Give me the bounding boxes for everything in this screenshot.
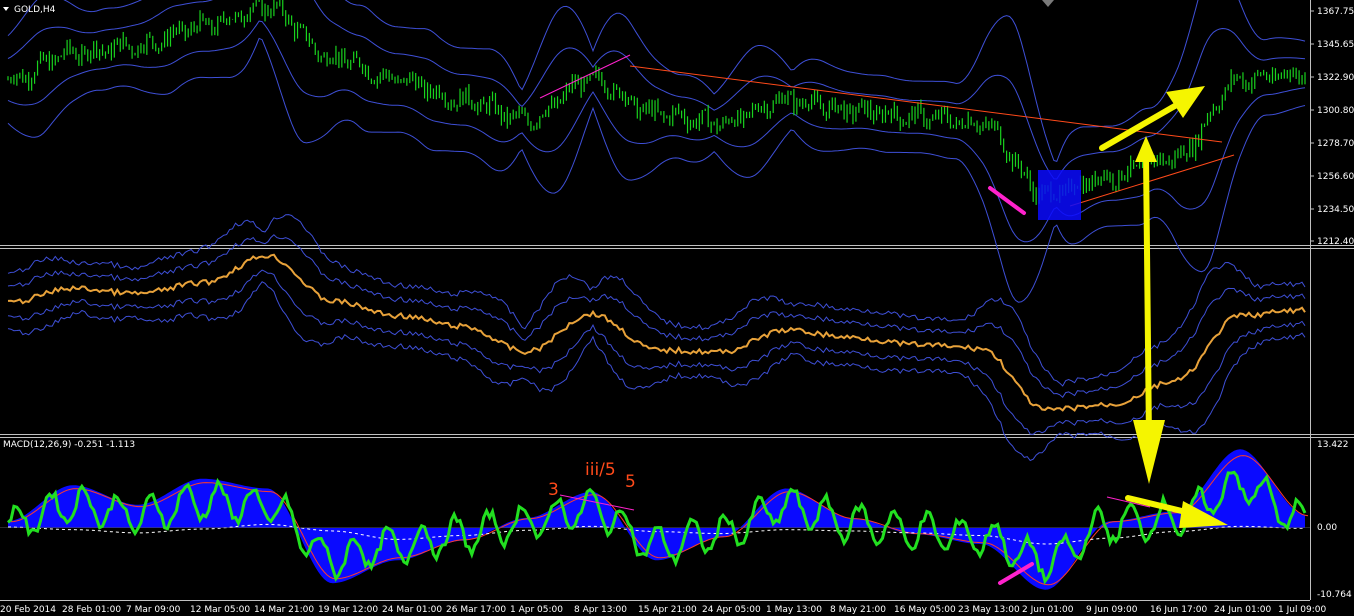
time-axis-label: 28 Feb 01:00 xyxy=(62,605,121,615)
time-axis-label: 8 May 21:00 xyxy=(830,605,886,615)
time-axis-label: 7 Mar 09:00 xyxy=(126,605,181,615)
time-axis-label: 24 Jun 01:00 xyxy=(1214,605,1271,615)
macd-axis-label: 13.422 xyxy=(1317,440,1349,450)
price-axis-label: 1345.65 xyxy=(1317,40,1354,50)
macd-axis-label: 0.00 xyxy=(1317,523,1337,533)
symbol-title: GOLD,H4 xyxy=(14,5,56,15)
time-axis-label: 19 Mar 12:00 xyxy=(318,605,378,615)
price-axis-label: 1300.80 xyxy=(1317,106,1354,116)
time-axis-label: 23 May 13:00 xyxy=(958,605,1020,615)
time-axis-label: 24 Apr 05:00 xyxy=(702,605,761,615)
wave-label-iii5: iii/5 xyxy=(585,460,616,480)
price-axis-label: 1212.40 xyxy=(1317,237,1354,247)
price-axis-label: 1278.70 xyxy=(1317,139,1354,149)
price-axis-label: 1256.60 xyxy=(1317,172,1354,182)
time-axis-label: 16 Jun 17:00 xyxy=(1150,605,1207,615)
vertical-arrow-shaft xyxy=(1143,153,1152,443)
price-axis-label: 1234.50 xyxy=(1317,205,1354,215)
time-axis-label: 1 Jul 09:00 xyxy=(1278,605,1327,615)
time-axis-label: 1 May 13:00 xyxy=(766,605,822,615)
macd-title: MACD(12,26,9) -0.251 -1.113 xyxy=(3,440,135,450)
chart-canvas: 3 iii/5 5 GOLD,H4 MACD(12,26,9) -0.251 -… xyxy=(0,0,1354,616)
wave-label-3: 3 xyxy=(548,480,559,500)
time-axis-label: 24 Mar 01:00 xyxy=(382,605,442,615)
time-axis: 20 Feb 2014 28 Feb 01:00 7 Mar 09:00 12 … xyxy=(0,605,1327,615)
time-axis-label: 20 Feb 2014 xyxy=(0,605,56,615)
time-axis-label: 14 Mar 21:00 xyxy=(254,605,314,615)
time-axis-label: 26 Mar 17:00 xyxy=(446,605,506,615)
time-axis-label: 16 May 05:00 xyxy=(894,605,956,615)
time-axis-label: 9 Jun 09:00 xyxy=(1086,605,1138,615)
price-axis-label: 1322.90 xyxy=(1317,73,1354,83)
time-axis-label: 8 Apr 13:00 xyxy=(574,605,627,615)
wave-label-5: 5 xyxy=(625,472,636,492)
time-axis-label: 12 Mar 05:00 xyxy=(190,605,250,615)
time-axis-label: 15 Apr 21:00 xyxy=(638,605,697,615)
time-axis-label: 2 Jun 01:00 xyxy=(1022,605,1074,615)
time-axis-label: 1 Apr 05:00 xyxy=(510,605,563,615)
blue-highlight-box[interactable] xyxy=(1038,170,1081,220)
macd-axis-label: -10.764 xyxy=(1317,590,1352,600)
price-axis-label: 1367.75 xyxy=(1317,7,1354,17)
